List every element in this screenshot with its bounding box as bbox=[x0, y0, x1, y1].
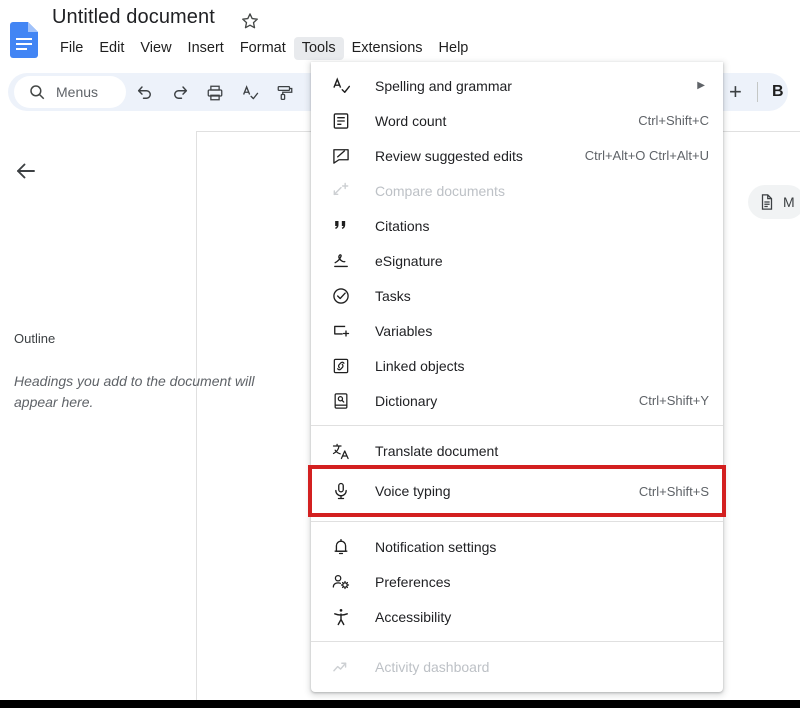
menu-search-label: Menus bbox=[56, 84, 99, 100]
document-chip-label: M bbox=[783, 194, 795, 210]
word-count-icon bbox=[331, 111, 351, 131]
tasks-icon bbox=[331, 286, 351, 306]
menu-item-dictionary[interactable]: Dictionary Ctrl+Shift+Y bbox=[311, 383, 723, 418]
menu-item-label: Translate document bbox=[375, 442, 499, 459]
menu-item-review-suggested-edits[interactable]: Review suggested edits Ctrl+Alt+O Ctrl+A… bbox=[311, 138, 723, 173]
menu-item-citations[interactable]: Citations bbox=[311, 208, 723, 243]
menu-item-label: Review suggested edits bbox=[375, 147, 523, 164]
redo-icon[interactable] bbox=[171, 84, 189, 102]
menubar-item-tools[interactable]: Tools bbox=[293, 37, 344, 60]
spellcheck-icon[interactable] bbox=[241, 84, 259, 102]
menu-item-label: Accessibility bbox=[375, 608, 452, 625]
menubar-item-format[interactable]: Format bbox=[232, 37, 294, 60]
menu-item-label: Notification settings bbox=[375, 538, 497, 555]
toolbar-divider bbox=[757, 82, 758, 102]
print-icon[interactable] bbox=[206, 84, 224, 102]
menu-separator bbox=[311, 641, 723, 642]
outline-sidebar: Outline Headings you add to the document… bbox=[0, 131, 254, 708]
dictionary-icon bbox=[331, 391, 351, 411]
toolbar-add-button[interactable]: + bbox=[729, 81, 742, 103]
menubar-item-help[interactable]: Help bbox=[431, 37, 477, 60]
linked-objects-icon bbox=[331, 356, 351, 376]
menu-item-label: Compare documents bbox=[375, 182, 505, 199]
menu-item-shortcut: Ctrl+Shift+Y bbox=[638, 393, 709, 408]
submenu-arrow-icon: ▶ bbox=[697, 80, 705, 91]
docs-document-icon[interactable] bbox=[10, 22, 38, 58]
menu-item-label: Word count bbox=[375, 112, 447, 129]
spellcheck-icon bbox=[331, 76, 351, 96]
menu-item-accessibility[interactable]: Accessibility bbox=[311, 599, 723, 634]
menubar-item-extensions[interactable]: Extensions bbox=[344, 37, 431, 60]
menubar-item-insert[interactable]: Insert bbox=[180, 37, 232, 60]
menu-item-label: eSignature bbox=[375, 252, 443, 269]
menu-item-label: Activity dashboard bbox=[375, 658, 490, 675]
menu-item-compare-documents: Compare documents bbox=[311, 173, 723, 208]
bottom-black-bar bbox=[0, 700, 800, 708]
bell-icon bbox=[331, 537, 351, 557]
menu-item-shortcut: Ctrl+Shift+C bbox=[638, 113, 709, 128]
menu-separator bbox=[311, 425, 723, 426]
accessibility-icon bbox=[331, 607, 351, 627]
translate-icon bbox=[331, 441, 351, 461]
menu-item-variables[interactable]: Variables bbox=[311, 313, 723, 348]
paint-format-icon[interactable] bbox=[276, 84, 294, 102]
search-icon bbox=[28, 83, 46, 101]
menu-item-translate-document[interactable]: Translate document bbox=[311, 433, 723, 468]
title-bar: Untitled document File Edit View Insert … bbox=[0, 0, 800, 66]
tools-dropdown-menu: Spelling and grammar ▶ Word count Ctrl+S… bbox=[308, 62, 726, 692]
menubar-item-file[interactable]: File bbox=[52, 37, 91, 60]
esignature-icon bbox=[331, 251, 351, 271]
menu-item-activity-dashboard: Activity dashboard bbox=[311, 649, 723, 684]
menu-item-label: Citations bbox=[375, 217, 430, 234]
menu-item-label: Preferences bbox=[375, 573, 451, 590]
document-chip[interactable]: M bbox=[748, 185, 800, 219]
menu-item-label: Linked objects bbox=[375, 357, 465, 374]
outline-heading: Outline bbox=[14, 331, 56, 346]
menubar-item-view[interactable]: View bbox=[132, 37, 179, 60]
activity-dashboard-icon bbox=[331, 657, 351, 677]
menu-item-tasks[interactable]: Tasks bbox=[311, 278, 723, 313]
menu-item-label: Spelling and grammar bbox=[375, 77, 512, 94]
menu-item-label: Tasks bbox=[375, 287, 411, 304]
menu-item-shortcut: Ctrl+Alt+O Ctrl+Alt+U bbox=[584, 148, 709, 163]
review-edits-icon bbox=[331, 146, 351, 166]
google-docs-window: Untitled document File Edit View Insert … bbox=[0, 0, 800, 708]
menu-bar: File Edit View Insert Format Tools Exten… bbox=[52, 37, 476, 60]
menu-item-label: Variables bbox=[375, 322, 433, 339]
variables-icon bbox=[331, 321, 351, 341]
document-icon bbox=[758, 193, 776, 211]
compare-documents-icon bbox=[331, 181, 351, 201]
menu-item-preferences[interactable]: Preferences bbox=[311, 564, 723, 599]
menu-item-notification-settings[interactable]: Notification settings bbox=[311, 529, 723, 564]
menu-item-shortcut: Ctrl+Shift+S bbox=[638, 483, 709, 499]
menu-item-spelling-and-grammar[interactable]: Spelling and grammar ▶ bbox=[311, 68, 723, 103]
menubar-item-edit[interactable]: Edit bbox=[91, 37, 132, 60]
outline-empty-text: Headings you add to the document will ap… bbox=[14, 373, 255, 410]
menu-item-label: Dictionary bbox=[375, 392, 438, 409]
citations-icon bbox=[331, 216, 351, 236]
menu-item-voice-typing[interactable]: Voice typing Ctrl+Shift+S bbox=[308, 465, 726, 517]
back-arrow-icon[interactable] bbox=[14, 159, 38, 183]
menu-item-linked-objects[interactable]: Linked objects bbox=[311, 348, 723, 383]
menu-item-word-count[interactable]: Word count Ctrl+Shift+C bbox=[311, 103, 723, 138]
preferences-icon bbox=[331, 572, 351, 592]
menu-separator bbox=[311, 521, 723, 522]
star-outline-icon[interactable] bbox=[240, 11, 260, 31]
microphone-icon bbox=[331, 481, 351, 501]
undo-icon[interactable] bbox=[136, 84, 154, 102]
menu-item-esignature[interactable]: eSignature bbox=[311, 243, 723, 278]
document-title[interactable]: Untitled document bbox=[52, 6, 215, 29]
bold-button[interactable]: B bbox=[772, 82, 784, 102]
menu-item-label: Voice typing bbox=[375, 483, 451, 499]
